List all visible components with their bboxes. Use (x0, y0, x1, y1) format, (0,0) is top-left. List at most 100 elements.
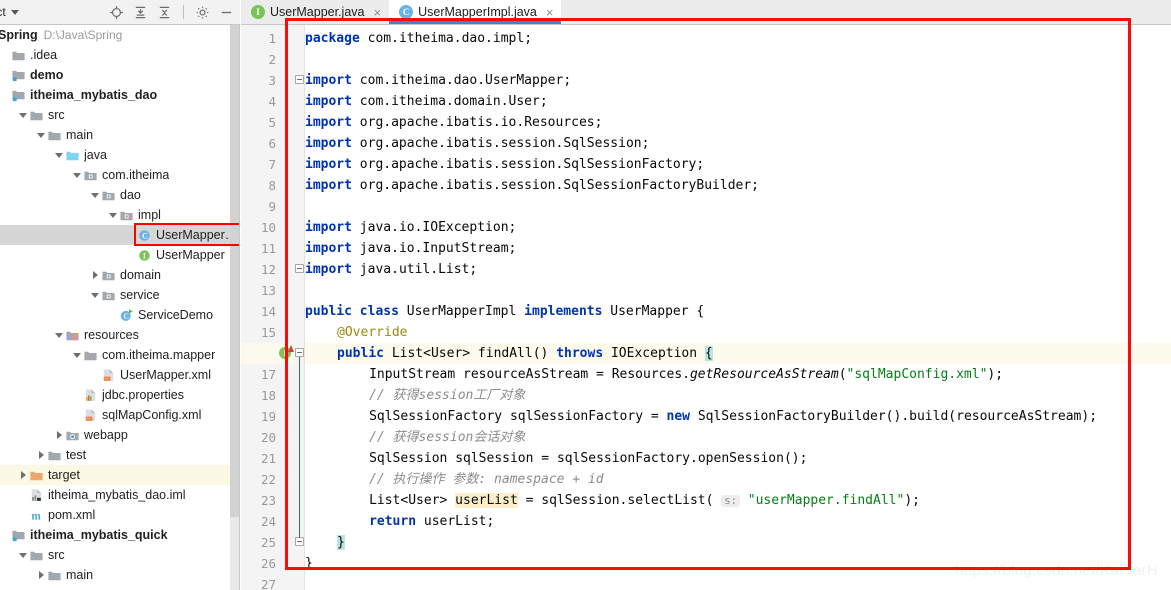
project-panel-title[interactable]: ject (0, 5, 6, 19)
svg-text:m: m (31, 510, 41, 522)
tree-item-label: com.itheima (102, 168, 170, 182)
tree-item-test[interactable]: test (0, 445, 239, 465)
code-line-12: import java.util.List; (305, 262, 478, 277)
line-number-24: 24 (260, 514, 276, 529)
tree-down-arrow-icon[interactable] (54, 150, 65, 161)
fold-imports-marker[interactable] (295, 75, 304, 84)
hide-panel-icon[interactable] (219, 5, 234, 20)
folder-plain (29, 548, 44, 563)
tree-item-demo[interactable]: demo (0, 65, 239, 85)
tree-item-main[interactable]: main (0, 565, 239, 585)
line-number-18: 18 (260, 388, 276, 403)
maven-icon: m (29, 508, 44, 523)
tree-down-arrow-icon[interactable] (36, 130, 47, 141)
tree-item-src[interactable]: src (0, 105, 239, 125)
line-number-19: 19 (260, 409, 276, 424)
editor-gutter[interactable]: 1234567891011121314151617181920212223242… (241, 25, 294, 590)
fold-imports-end-marker[interactable] (295, 264, 304, 273)
tree-down-arrow-icon[interactable] (90, 290, 101, 301)
editor-tab-usermapperimpl[interactable]: C UserMapperImpl.java × (389, 0, 562, 24)
settings-gear-icon[interactable] (195, 5, 210, 20)
folder-package (83, 168, 98, 183)
tree-right-arrow-icon[interactable] (36, 450, 47, 461)
tree-item-webapp[interactable]: webapp (0, 425, 239, 445)
tree-item-pom-xml[interactable]: m pom.xml (0, 505, 239, 525)
tree-item-jdbc-properties[interactable]: jdbc.properties (0, 385, 239, 405)
folder-web (65, 428, 80, 443)
tree-item-label: webapp (84, 428, 128, 442)
fold-method-marker[interactable] (295, 348, 304, 357)
project-tree-scrollbar-track[interactable] (230, 25, 239, 590)
tree-item-itheima-mybatis-quick[interactable]: itheima_mybatis_quick (0, 525, 239, 545)
tree-item-dao[interactable]: dao (0, 185, 239, 205)
tree-right-arrow-icon[interactable] (54, 430, 65, 441)
tree-down-arrow-icon[interactable] (72, 350, 83, 361)
tree-item-com-itheima-mapper[interactable]: com.itheima.mapper (0, 345, 239, 365)
project-tree-panel[interactable]: Spring D:\Java\Spring .idea demo itheima_myb… (0, 25, 240, 590)
tree-item-src[interactable]: src (0, 545, 239, 565)
tree-right-arrow-icon[interactable] (18, 470, 29, 481)
tree-item-label: .idea (30, 48, 58, 62)
tree-down-arrow-icon[interactable] (54, 330, 65, 341)
expand-all-icon[interactable] (133, 5, 148, 20)
fold-region-line (299, 357, 300, 538)
tree-item-impl[interactable]: impl (0, 205, 239, 225)
tree-down-arrow-icon[interactable] (90, 190, 101, 201)
tree-item-domain[interactable]: domain (0, 265, 239, 285)
tree-item-usermapperimpl[interactable]: C UserMapperImpl (0, 225, 239, 245)
code-text-area[interactable]: package com.itheima.dao.impl; import com.… (305, 25, 1171, 590)
tree-item-label: jdbc.properties (102, 388, 184, 402)
tree-item--idea[interactable]: .idea (0, 45, 239, 65)
tab-close-icon[interactable]: × (374, 6, 382, 19)
tree-item-sqlmapconfig-xml[interactable]: <> sqlMapConfig.xml (0, 405, 239, 425)
tree-item-main[interactable]: main (0, 125, 239, 145)
code-line-6: import org.apache.ibatis.session.SqlSess… (305, 136, 650, 151)
svg-text:<>: <> (86, 416, 91, 421)
tree-down-arrow-icon[interactable] (18, 550, 29, 561)
tree-item-itheima-mybatis-dao-iml[interactable]: itheima_mybatis_dao.iml (0, 485, 239, 505)
locate-target-icon[interactable] (109, 5, 124, 20)
chevron-down-icon[interactable] (10, 9, 19, 15)
tree-item-service[interactable]: service (0, 285, 239, 305)
tree-item-label: sqlMapConfig.xml (102, 408, 202, 422)
fold-method-end-marker[interactable] (295, 537, 304, 546)
tab-close-icon[interactable]: × (546, 6, 554, 19)
tree-root-row[interactable]: Spring D:\Java\Spring (0, 25, 239, 45)
folder-module (11, 88, 26, 103)
class-icon: C (137, 228, 152, 243)
tree-item-label: resources (84, 328, 139, 342)
idea-window: ject (0, 0, 1171, 590)
code-editor[interactable]: 1234567891011121314151617181920212223242… (241, 25, 1171, 590)
editor-tab-usermapper[interactable]: I UserMapper.java × (241, 0, 389, 24)
tree-item-target[interactable]: target (0, 465, 239, 485)
line-number-13: 13 (260, 283, 276, 298)
tree-item-resources[interactable]: resources (0, 325, 239, 345)
tree-item-label: itheima_mybatis_dao (30, 88, 158, 102)
tree-item-java[interactable]: java (0, 145, 239, 165)
line-number-22: 22 (260, 472, 276, 487)
tree-item-label: ServiceDemo (138, 308, 214, 322)
tree-item-usermapper-xml[interactable]: <> UserMapper.xml (0, 365, 239, 385)
tree-item-servicedemo[interactable]: C ServiceDemo (0, 305, 239, 325)
editor-fold-strip[interactable] (294, 25, 305, 590)
tree-item-com-itheima[interactable]: com.itheima (0, 165, 239, 185)
tree-right-arrow-icon[interactable] (36, 570, 47, 581)
toolbar-separator (183, 5, 184, 19)
folder-plain (47, 128, 62, 143)
tree-item-itheima-mybatis-dao[interactable]: itheima_mybatis_dao (0, 85, 239, 105)
tree-down-arrow-icon[interactable] (18, 110, 29, 121)
tree-down-arrow-icon[interactable] (108, 210, 119, 221)
collapse-all-icon[interactable] (157, 5, 172, 20)
tree-item-usermapper[interactable]: I UserMapper (0, 245, 239, 265)
tree-right-arrow-icon[interactable] (90, 270, 101, 281)
tree-down-arrow-icon[interactable] (72, 170, 83, 181)
line-number-9: 9 (268, 199, 276, 214)
tree-item-label: main (66, 568, 94, 582)
project-tree-scrollbar-thumb[interactable] (230, 25, 239, 517)
